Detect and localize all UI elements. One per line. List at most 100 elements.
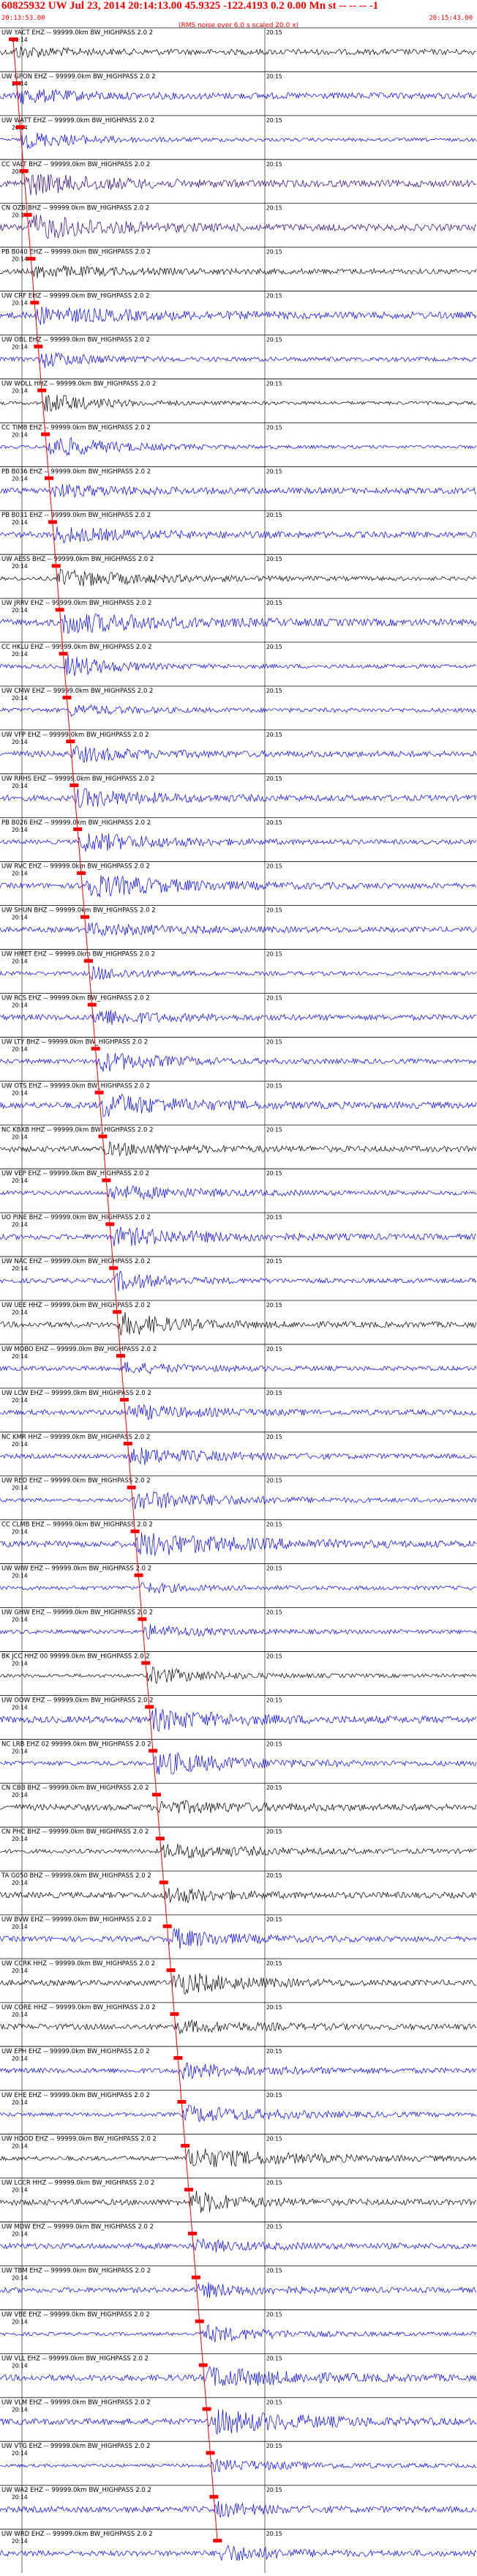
channel-label: UW OBL EHZ -- 99999.0km BW_HIGHPASS 2.0 … [1,337,150,344]
waveform-trace [0,2365,477,2386]
channel-label: UW LTY BHZ -- 99999.0km BW_HIGHPASS 2.0 … [1,1038,148,1046]
waveform-trace [0,437,477,456]
pick-marker [127,1485,136,1489]
time-tick-label: 20:14 [12,2231,28,2238]
time-tick-label: 20:15 [266,2443,282,2449]
time-tick-label: 20:14 [12,783,28,789]
time-tick-label: 20:14 [12,1090,28,1096]
time-tick-label: 20:15 [266,1522,282,1528]
waveform-trace [0,1491,477,1510]
time-tick-label: 20:15 [266,1434,282,1440]
time-tick-label: 20:15 [266,600,282,606]
channel-label: UW LCW EHZ -- 99999.0km BW_HIGHPASS 2.0 … [1,1390,151,1397]
time-tick-label: 20:15 [266,1390,282,1396]
time-tick-label: 20:14 [12,344,28,351]
time-tick-label: 20:15 [266,337,282,343]
waveform-trace [0,1973,477,1995]
pick-marker [195,2319,204,2323]
waveform-trace [0,352,477,368]
waveform-trace [0,2019,477,2034]
pick-marker [91,1046,100,1051]
time-tick-label: 20:14 [12,827,28,833]
channel-label: PB B031 EHZ -- 99999.0km BW_HIGHPASS 2.0… [1,512,151,519]
time-tick-label: 20:15 [266,117,282,124]
time-tick-label: 20:14 [12,2099,28,2106]
channel-label: UW VBE EHZ -- 99999.0km BW_HIGHPASS 2.0 … [1,2311,150,2318]
channel-label: UW CORE HHZ -- 99999.0km BW_HIGHPASS 2.0… [1,2004,156,2011]
pick-marker [59,652,68,656]
waveform-trace [0,214,477,239]
channel-label: CC HKLU EHZ -- 99999.0km BW_HIGHPASS 2.0… [1,644,152,651]
channel-label: NC LRB EHZ 02 99999.0km BW_HIGHPASS 2.0 … [1,1741,151,1748]
channel-label: TA G050 BHZ -- 99999.0km BW_HIGHPASS 2.0… [1,1872,151,1880]
pick-marker [116,1354,125,1358]
waveform-trace [0,1447,477,1465]
arrival-moveout-line [12,40,218,2543]
time-tick-label: 20:15 [266,1566,282,1572]
time-tick-label: 20:15 [266,2487,282,2493]
waveform-trace [0,1667,477,1684]
time-tick-label: 20:14 [12,1880,28,1886]
pick-marker [213,2539,222,2543]
pick-marker [83,958,93,963]
time-tick-label: 20:14 [12,1792,28,1798]
channel-label: NC KBXB HHZ -- 99999.0km BW_HIGHPASS 2.0… [1,1126,154,1133]
time-tick-label: 20:15 [266,732,282,738]
time-tick-label: 20:14 [12,1836,28,1842]
time-tick-label: 20:14 [12,1924,28,1930]
waveform-trace [0,1800,477,1814]
waveform-trace [0,1624,477,1640]
pick-marker [134,1573,143,1577]
time-tick-label: 20:15 [266,2224,282,2230]
time-tick-label: 20:15 [266,161,282,168]
time-tick-label: 20:15 [266,29,282,36]
waveform-trace [0,2545,477,2561]
waveform-trace [0,704,477,718]
time-tick-label: 20:14 [12,1441,28,1448]
pick-marker [119,1398,129,1402]
pick-marker [66,740,75,744]
waveform-trace [0,264,477,278]
channel-label: UW AESS BHZ -- 99999.0km BW_HIGHPASS 2.0… [1,556,154,563]
time-tick-label: 20:14 [12,519,28,526]
time-tick-label: 20:15 [266,1302,282,1309]
pick-marker [177,2099,187,2104]
time-tick-label: 20:15 [266,380,282,387]
time-tick-label: 20:15 [266,688,282,694]
channel-label: UW CRF EHZ -- 99999.0km BW_HIGHPASS 2.0 … [1,293,150,300]
time-tick-label: 20:15 [266,1478,282,1484]
waveform-trace [0,2501,477,2518]
pick-marker [138,1617,147,1621]
waveform-trace [0,2324,477,2342]
time-tick-label: 20:15 [266,1609,282,1616]
pick-marker [19,168,29,173]
channel-label: UW MOBO EHZ -- 99999.0km BW_HIGHPASS 2.0… [1,1346,157,1353]
waveform-trace [0,2104,477,2123]
time-tick-label: 20:15 [266,775,282,782]
pick-marker [34,344,43,349]
waveform-trace [0,89,477,105]
time-tick-label: 20:15 [266,1828,282,1835]
pick-marker [80,915,89,919]
pick-marker [166,1968,176,1973]
channel-label: UW WIW EHZ -- 99999.0km BW_HIGHPASS 2.0 … [1,1566,151,1573]
time-tick-label: 20:14 [12,2494,28,2501]
waveform-trace [0,2458,477,2473]
pick-marker [41,432,50,436]
channel-label: UW RCS EHZ -- 99999.0km BW_HIGHPASS 2.0 … [1,994,150,1002]
waveform-trace [0,568,477,587]
pick-marker [23,212,32,217]
time-tick-label: 20:14 [12,1617,28,1623]
time-tick-label: 20:15 [266,468,282,474]
channel-label: UW TBM EHZ -- 99999.0km BW_HIGHPASS 2.0 … [1,2267,151,2274]
waveform-trace [0,1226,477,1247]
channel-label: UW WRD EHZ -- 99999.0km BW_HIGHPASS 2.0 … [1,2531,153,2538]
pick-marker [159,1880,168,1885]
time-tick-label: 20:15 [266,1170,282,1177]
time-tick-label: 20:15 [266,2399,282,2405]
pick-marker [149,1749,158,1753]
waveform-trace [0,1888,477,1904]
time-tick-label: 20:15 [266,819,282,826]
pick-marker [26,256,36,261]
time-tick-label: 20:14 [12,1309,28,1316]
